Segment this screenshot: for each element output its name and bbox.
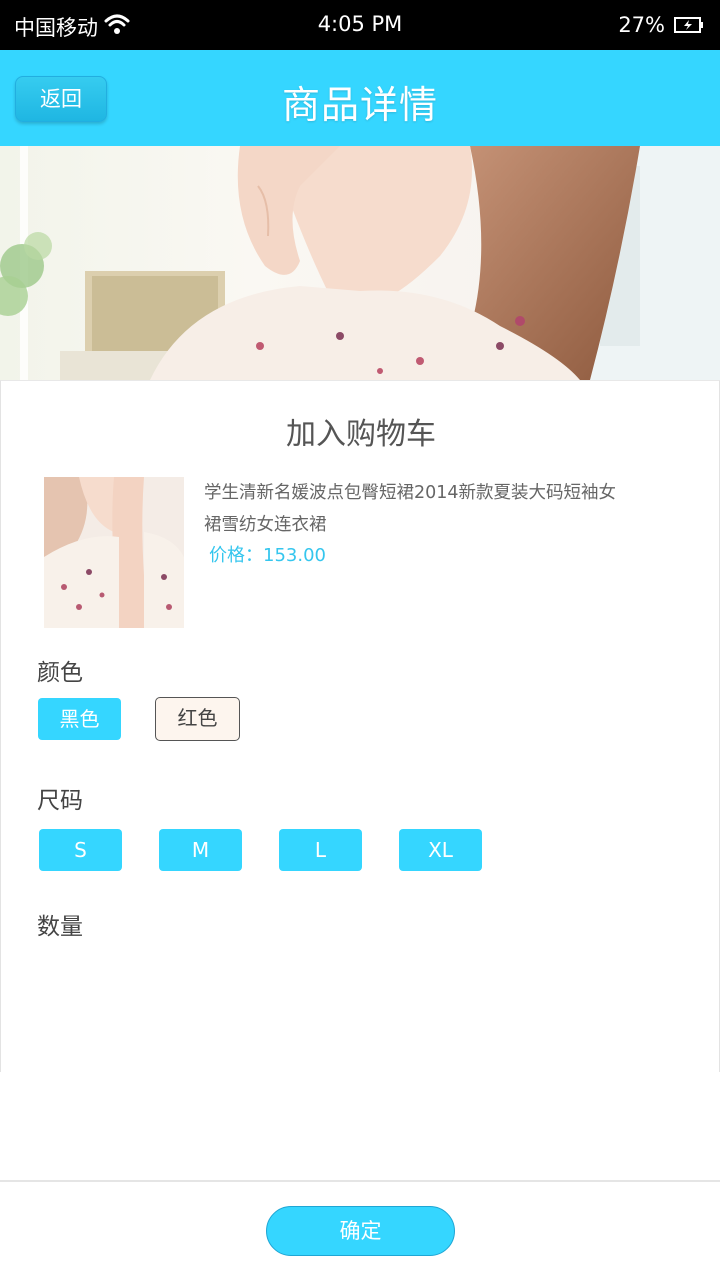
page-title: 商品详情 — [281, 83, 438, 127]
clock: 4:05 PM — [317, 12, 403, 36]
color-option-red[interactable]: 红色 — [155, 697, 240, 741]
panel-title: 加入购物车 — [286, 417, 436, 452]
size-option-xl[interactable]: XL — [399, 829, 482, 871]
size-option-l[interactable]: L — [279, 829, 362, 871]
color-label: 颜色 — [37, 660, 83, 686]
status-bar: 中国移动 4:05 PM 27% — [0, 0, 720, 50]
confirm-button[interactable]: 确定 — [266, 1206, 455, 1256]
product-thumbnail — [44, 477, 184, 628]
color-option-black[interactable]: 黑色 — [38, 698, 121, 740]
screen: 中国移动 4:05 PM 27% 返回 商品详情 加入购物车 学生清新名媛波点包… — [0, 0, 720, 1280]
add-to-cart-panel: 加入购物车 学生清新名媛波点包臀短裙2014新款夏装大码短袖女裙雪纺女连衣裙 价… — [0, 380, 720, 1072]
size-label: 尺码 — [37, 788, 83, 814]
app-header: 返回 商品详情 — [0, 50, 720, 146]
battery-percent: 27% — [618, 13, 665, 37]
size-option-s[interactable]: S — [39, 829, 122, 871]
product-price: 价格：153.00 — [209, 545, 326, 566]
size-option-m[interactable]: M — [159, 829, 242, 871]
battery-charging-icon — [674, 17, 703, 33]
product-banner-image — [0, 146, 720, 380]
bottom-bar: 确定 — [0, 1180, 720, 1280]
product-name: 学生清新名媛波点包臀短裙2014新款夏装大码短袖女裙雪纺女连衣裙 — [204, 483, 617, 535]
quantity-label: 数量 — [37, 914, 83, 940]
